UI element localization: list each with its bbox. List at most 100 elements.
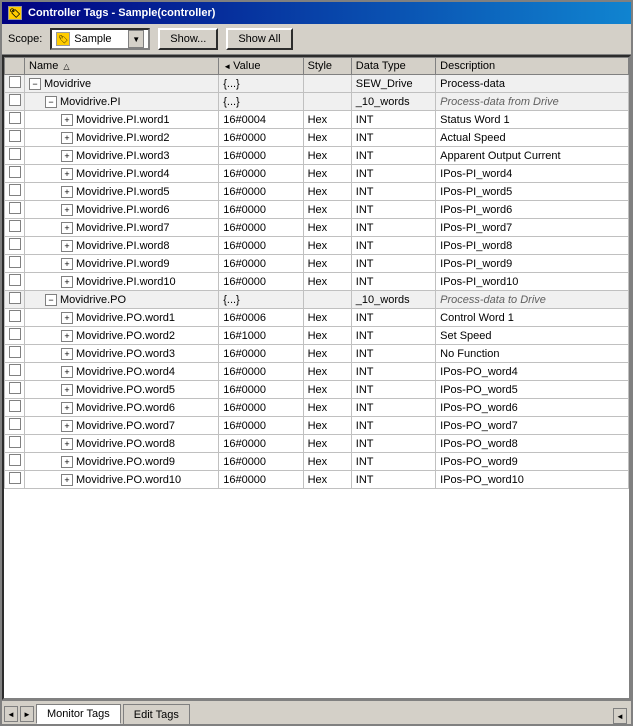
expand-plus-icon[interactable]: + xyxy=(61,114,73,126)
expand-minus-icon[interactable]: − xyxy=(29,78,41,90)
show-button[interactable]: Show... xyxy=(158,28,218,50)
row-checkbox[interactable] xyxy=(9,148,21,160)
expand-plus-icon[interactable]: + xyxy=(61,258,73,270)
row-checkbox[interactable] xyxy=(9,184,21,196)
row-value-cell[interactable]: {...} xyxy=(219,75,303,93)
row-checkbox[interactable] xyxy=(9,436,21,448)
table-row[interactable]: +Movidrive.PO.word316#0000HexINTNo Funct… xyxy=(5,345,629,363)
row-checkbox[interactable] xyxy=(9,130,21,142)
col-header-style[interactable]: Style xyxy=(303,58,351,75)
expand-plus-icon[interactable]: + xyxy=(61,366,73,378)
row-value-cell[interactable]: 16#0000 xyxy=(219,183,303,201)
table-row[interactable]: +Movidrive.PI.word816#0000HexINTIPos-PI_… xyxy=(5,237,629,255)
row-value-cell[interactable]: 16#0006 xyxy=(219,309,303,327)
row-value-cell[interactable]: 16#0000 xyxy=(219,219,303,237)
row-value-cell[interactable]: 16#0000 xyxy=(219,453,303,471)
row-checkbox[interactable] xyxy=(9,364,21,376)
table-row[interactable]: +Movidrive.PI.word416#0000HexINTIPos-PI_… xyxy=(5,165,629,183)
col-header-datatype[interactable]: Data Type xyxy=(351,58,435,75)
expand-minus-icon[interactable]: − xyxy=(45,96,57,108)
table-row[interactable]: +Movidrive.PI.word216#0000HexINTActual S… xyxy=(5,129,629,147)
scope-dropdown[interactable]: 🏷 Sample ▼ xyxy=(50,28,150,50)
expand-plus-icon[interactable]: + xyxy=(61,420,73,432)
expand-minus-icon[interactable]: − xyxy=(45,294,57,306)
table-row[interactable]: −Movidrive.PO{...}_10_wordsProcess-data … xyxy=(5,291,629,309)
tab-nav-right[interactable]: ► xyxy=(20,706,34,722)
row-value-cell[interactable]: 16#0000 xyxy=(219,363,303,381)
row-checkbox[interactable] xyxy=(9,112,21,124)
expand-plus-icon[interactable]: + xyxy=(61,240,73,252)
row-checkbox[interactable] xyxy=(9,346,21,358)
row-value-cell[interactable]: 16#0000 xyxy=(219,237,303,255)
tab-edit-tags[interactable]: Edit Tags xyxy=(123,704,190,724)
col-header-name[interactable]: Name △ xyxy=(25,58,219,75)
row-value-cell[interactable]: 16#0000 xyxy=(219,165,303,183)
expand-plus-icon[interactable]: + xyxy=(61,312,73,324)
expand-plus-icon[interactable]: + xyxy=(61,204,73,216)
row-checkbox[interactable] xyxy=(9,274,21,286)
row-checkbox[interactable] xyxy=(9,94,21,106)
expand-plus-icon[interactable]: + xyxy=(61,276,73,288)
table-row[interactable]: +Movidrive.PI.word616#0000HexINTIPos-PI_… xyxy=(5,201,629,219)
expand-plus-icon[interactable]: + xyxy=(61,150,73,162)
tab-nav-left[interactable]: ◄ xyxy=(4,706,18,722)
expand-plus-icon[interactable]: + xyxy=(61,168,73,180)
scope-dropdown-arrow[interactable]: ▼ xyxy=(128,30,144,48)
table-row[interactable]: +Movidrive.PO.word116#0006HexINTControl … xyxy=(5,309,629,327)
table-row[interactable]: +Movidrive.PI.word516#0000HexINTIPos-PI_… xyxy=(5,183,629,201)
expand-plus-icon[interactable]: + xyxy=(61,186,73,198)
table-row[interactable]: −Movidrive.PI{...}_10_wordsProcess-data … xyxy=(5,93,629,111)
col-header-description[interactable]: Description xyxy=(436,58,629,75)
table-row[interactable]: +Movidrive.PO.word216#1000HexINTSet Spee… xyxy=(5,327,629,345)
row-checkbox[interactable] xyxy=(9,328,21,340)
table-row[interactable]: +Movidrive.PO.word1016#0000HexINTIPos-PO… xyxy=(5,471,629,489)
table-row[interactable]: +Movidrive.PO.word616#0000HexINTIPos-PO_… xyxy=(5,399,629,417)
expand-plus-icon[interactable]: + xyxy=(61,330,73,342)
row-value-cell[interactable]: 16#0000 xyxy=(219,399,303,417)
table-row[interactable]: +Movidrive.PO.word416#0000HexINTIPos-PO_… xyxy=(5,363,629,381)
row-value-cell[interactable]: 16#0000 xyxy=(219,417,303,435)
row-value-cell[interactable]: 16#0000 xyxy=(219,129,303,147)
row-value-cell[interactable]: 16#0004 xyxy=(219,111,303,129)
expand-plus-icon[interactable]: + xyxy=(61,222,73,234)
table-row[interactable]: +Movidrive.PO.word516#0000HexINTIPos-PO_… xyxy=(5,381,629,399)
row-checkbox[interactable] xyxy=(9,454,21,466)
row-checkbox[interactable] xyxy=(9,256,21,268)
expand-plus-icon[interactable]: + xyxy=(61,402,73,414)
table-row[interactable]: +Movidrive.PI.word116#0004HexINTStatus W… xyxy=(5,111,629,129)
table-row[interactable]: +Movidrive.PO.word916#0000HexINTIPos-PO_… xyxy=(5,453,629,471)
table-row[interactable]: +Movidrive.PI.word716#0000HexINTIPos-PI_… xyxy=(5,219,629,237)
table-row[interactable]: +Movidrive.PO.word716#0000HexINTIPos-PO_… xyxy=(5,417,629,435)
tab-monitor-tags[interactable]: Monitor Tags xyxy=(36,704,121,724)
row-value-cell[interactable]: {...} xyxy=(219,291,303,309)
table-row[interactable]: +Movidrive.PI.word1016#0000HexINTIPos-PI… xyxy=(5,273,629,291)
row-value-cell[interactable]: 16#0000 xyxy=(219,147,303,165)
row-value-cell[interactable]: 16#1000 xyxy=(219,327,303,345)
row-checkbox[interactable] xyxy=(9,202,21,214)
show-all-button[interactable]: Show All xyxy=(226,28,292,50)
row-value-cell[interactable]: {...} xyxy=(219,93,303,111)
expand-plus-icon[interactable]: + xyxy=(61,438,73,450)
row-checkbox[interactable] xyxy=(9,310,21,322)
table-row[interactable]: +Movidrive.PI.word916#0000HexINTIPos-PI_… xyxy=(5,255,629,273)
row-checkbox[interactable] xyxy=(9,76,21,88)
table-row[interactable]: +Movidrive.PO.word816#0000HexINTIPos-PO_… xyxy=(5,435,629,453)
row-value-cell[interactable]: 16#0000 xyxy=(219,201,303,219)
table-row[interactable]: −Movidrive{...}SEW_DriveProcess-data xyxy=(5,75,629,93)
row-value-cell[interactable]: 16#0000 xyxy=(219,255,303,273)
row-checkbox[interactable] xyxy=(9,238,21,250)
expand-plus-icon[interactable]: + xyxy=(61,456,73,468)
row-value-cell[interactable]: 16#0000 xyxy=(219,381,303,399)
row-checkbox[interactable] xyxy=(9,220,21,232)
expand-plus-icon[interactable]: + xyxy=(61,474,73,486)
col-header-value[interactable]: ◄Value xyxy=(219,58,303,75)
row-value-cell[interactable]: 16#0000 xyxy=(219,345,303,363)
tab-scroll-right[interactable]: ◄ xyxy=(613,708,627,724)
row-checkbox[interactable] xyxy=(9,166,21,178)
expand-plus-icon[interactable]: + xyxy=(61,348,73,360)
row-checkbox[interactable] xyxy=(9,472,21,484)
row-value-cell[interactable]: 16#0000 xyxy=(219,435,303,453)
expand-plus-icon[interactable]: + xyxy=(61,384,73,396)
row-value-cell[interactable]: 16#0000 xyxy=(219,273,303,291)
row-checkbox[interactable] xyxy=(9,382,21,394)
